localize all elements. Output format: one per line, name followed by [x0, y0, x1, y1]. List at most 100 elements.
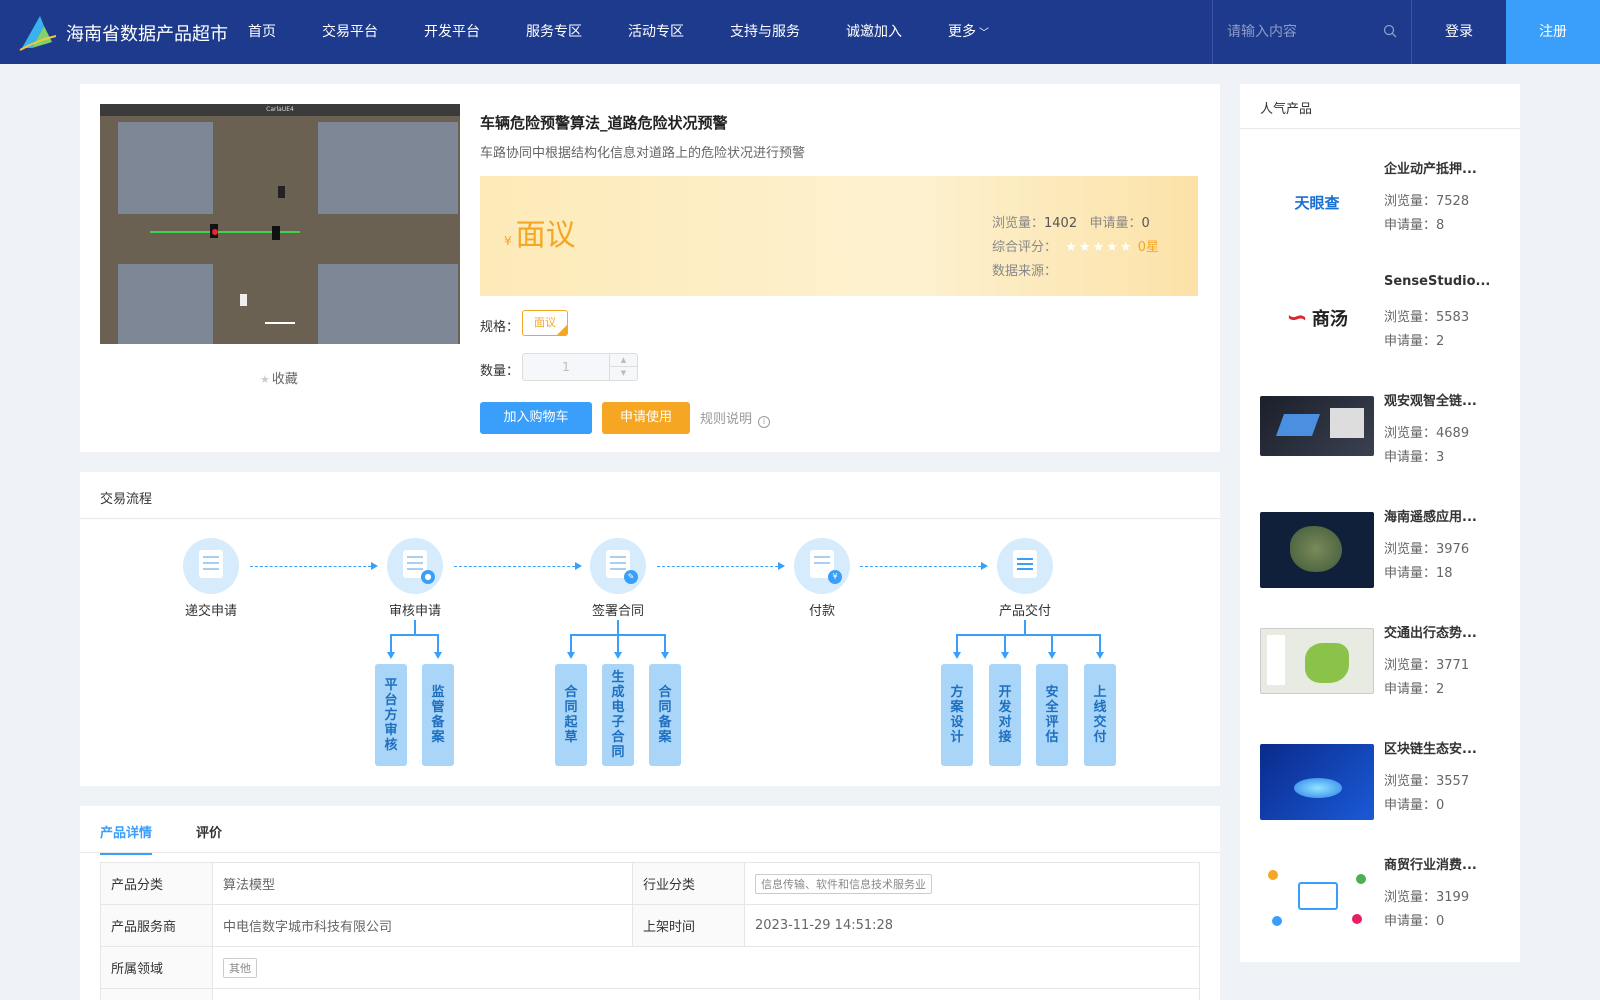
- payment-icon: ¥: [794, 538, 850, 594]
- nav-trading-platform[interactable]: 交易平台: [322, 0, 378, 64]
- popular-item-applies: 申请量：2: [1384, 682, 1445, 697]
- popular-item[interactable]: 区块链生态安... 浏览量：3557 申请量：0: [1260, 738, 1500, 838]
- site-logo-icon[interactable]: [18, 12, 58, 52]
- arrow-down-icon: [1048, 652, 1056, 659]
- popular-item-applies: 申请量：2: [1384, 334, 1445, 349]
- branch-line: [414, 620, 416, 634]
- popular-item[interactable]: ∽ 商汤 SenseStudio... 浏览量：5583 申请量：2: [1260, 274, 1500, 374]
- product-card: CarlaUE4 ★ 收藏 车辆危险预警算法_道路危险状况预警 车路协同中根据结构…: [80, 84, 1220, 452]
- flow-arrow: [860, 562, 988, 570]
- nav-home[interactable]: 首页: [248, 0, 276, 64]
- arrow-down-icon: [1001, 652, 1009, 659]
- nav-join[interactable]: 诚邀加入: [846, 0, 902, 64]
- tab-product-details[interactable]: 产品详情: [100, 822, 153, 855]
- nav-activity-zone[interactable]: 活动专区: [628, 0, 684, 64]
- register-button[interactable]: 注册: [1506, 0, 1600, 64]
- divider: [1240, 128, 1520, 129]
- nav-support[interactable]: 支持与服务: [730, 0, 800, 64]
- product-details-card: 产品详情 评价 产品分类 算法模型 行业分类 信息传输、软件和信息技术服务业 产…: [80, 806, 1220, 1000]
- sub-step: 监管备案: [422, 664, 454, 766]
- popular-item[interactable]: 观安观智全链... 浏览量：4689 申请量：3: [1260, 390, 1500, 490]
- tab-reviews[interactable]: 评价: [196, 822, 222, 853]
- popular-item[interactable]: 商贸行业消费... 浏览量：3199 申请量：0: [1260, 854, 1500, 954]
- sign-contract-icon: ✎: [590, 538, 646, 594]
- detail-value: [212, 988, 1200, 1000]
- popular-item-name: SenseStudio...: [1384, 274, 1491, 289]
- step-label: 审核申请: [388, 604, 441, 619]
- detail-key: 所属领域: [100, 946, 213, 989]
- nav-more[interactable]: 更多 ﹀: [948, 0, 989, 64]
- sensetime-logo-icon: ∽: [1286, 303, 1308, 333]
- quantity-arrows: ▲ ▼: [609, 354, 637, 380]
- step-pay: ¥ 付款: [777, 538, 867, 619]
- popular-item[interactable]: 海南遥感应用... 浏览量：3976 申请量：18: [1260, 506, 1500, 606]
- network-node: [1356, 874, 1366, 884]
- increase-icon[interactable]: ▲: [610, 354, 637, 367]
- applies-label: 申请量：: [1089, 216, 1142, 231]
- popular-item[interactable]: 交通出行态势... 浏览量：3771 申请量：2: [1260, 622, 1500, 722]
- branch-line: [390, 634, 392, 654]
- arrow-down-icon: [434, 652, 442, 659]
- popular-item[interactable]: 天眼查 企业动产抵押... 浏览量：7528 申请量：8: [1260, 158, 1500, 258]
- sub-step: 合同起草: [555, 664, 587, 766]
- review-doc-icon: ●: [387, 538, 443, 594]
- quantity-stepper[interactable]: 1 ▲ ▼: [522, 353, 638, 381]
- product-image[interactable]: CarlaUE4: [100, 104, 460, 344]
- branch-line: [570, 634, 572, 654]
- product-stats: 浏览量：1402 申请量：0 综合评分： ★★★★★ 0星 数据来源：: [992, 212, 1159, 284]
- arrow-down-icon: [953, 652, 961, 659]
- product-thumbnail: [1260, 396, 1374, 456]
- popular-item-applies: 申请量：8: [1384, 218, 1445, 233]
- add-to-cart-button[interactable]: 加入购物车: [480, 402, 592, 434]
- favorite-button[interactable]: ★ 收藏: [260, 368, 298, 387]
- info-icon: i: [758, 416, 771, 428]
- nav-service-zone[interactable]: 服务专区: [526, 0, 582, 64]
- search-input[interactable]: [1227, 20, 1367, 44]
- popular-item-name: 交通出行态势...: [1384, 626, 1477, 641]
- step-label: 产品交付: [998, 604, 1051, 619]
- login-button[interactable]: 登录: [1412, 0, 1506, 64]
- spec-label: 规格：: [480, 320, 520, 335]
- rules-link[interactable]: 规则说明 i: [700, 408, 771, 428]
- domain-tag: 其他: [223, 957, 257, 978]
- site-title[interactable]: 海南省数据产品超市: [66, 20, 228, 46]
- brand-logo-text: 天眼查: [1294, 193, 1340, 212]
- popular-item-views: 浏览量：7528: [1384, 194, 1470, 209]
- apply-use-button[interactable]: 申请使用: [602, 402, 690, 434]
- quantity-value[interactable]: 1: [523, 354, 609, 380]
- popular-item-views: 浏览量：4689: [1384, 426, 1470, 441]
- table-row: 产品服务商 中电信数字城市科技有限公司 上架时间 2023-11-29 14:5…: [100, 904, 1200, 947]
- intersection-scene-image: [100, 116, 460, 344]
- product-subtitle: 车路协同中根据结构化信息对道路上的危险状况进行预警: [480, 146, 806, 161]
- favorite-label: 收藏: [271, 372, 298, 387]
- step-deliver: 产品交付: [980, 538, 1070, 619]
- arrow-down-icon: [567, 652, 575, 659]
- search-box: [1212, 0, 1412, 64]
- delivery-doc-icon: [997, 538, 1053, 594]
- nav-dev-platform[interactable]: 开发平台: [424, 0, 480, 64]
- detail-key: [100, 988, 213, 1000]
- product-thumbnail: [1260, 744, 1374, 820]
- sub-step: 上线交付: [1084, 664, 1116, 766]
- login-panel-image: [1330, 408, 1364, 438]
- product-thumbnail: [1260, 860, 1374, 936]
- applies-value: 0: [1141, 216, 1150, 231]
- arrow-down-icon: [387, 652, 395, 659]
- main-nav: 首页 交易平台 开发平台 服务专区 活动专区 支持与服务 诚邀加入 更多 ﹀: [248, 0, 1035, 64]
- detail-value: 信息传输、软件和信息技术服务业: [744, 862, 1200, 905]
- network-node: [1268, 870, 1278, 880]
- popular-title: 人气产品: [1260, 102, 1313, 117]
- rules-label: 规则说明: [700, 412, 753, 427]
- search-icon[interactable]: [1383, 24, 1397, 38]
- branch-line: [956, 634, 1101, 636]
- branch-line: [956, 634, 958, 654]
- arrow-down-icon: [1096, 652, 1104, 659]
- popular-item-applies: 申请量：3: [1384, 450, 1445, 465]
- branch-line: [617, 634, 619, 654]
- popular-item-name: 商贸行业消费...: [1384, 858, 1477, 873]
- spec-option[interactable]: 面议: [522, 310, 568, 336]
- decrease-icon[interactable]: ▼: [610, 367, 637, 380]
- sub-step: 合同备案: [649, 664, 681, 766]
- detail-key: 上架时间: [632, 904, 745, 947]
- flow-arrow: [657, 562, 785, 570]
